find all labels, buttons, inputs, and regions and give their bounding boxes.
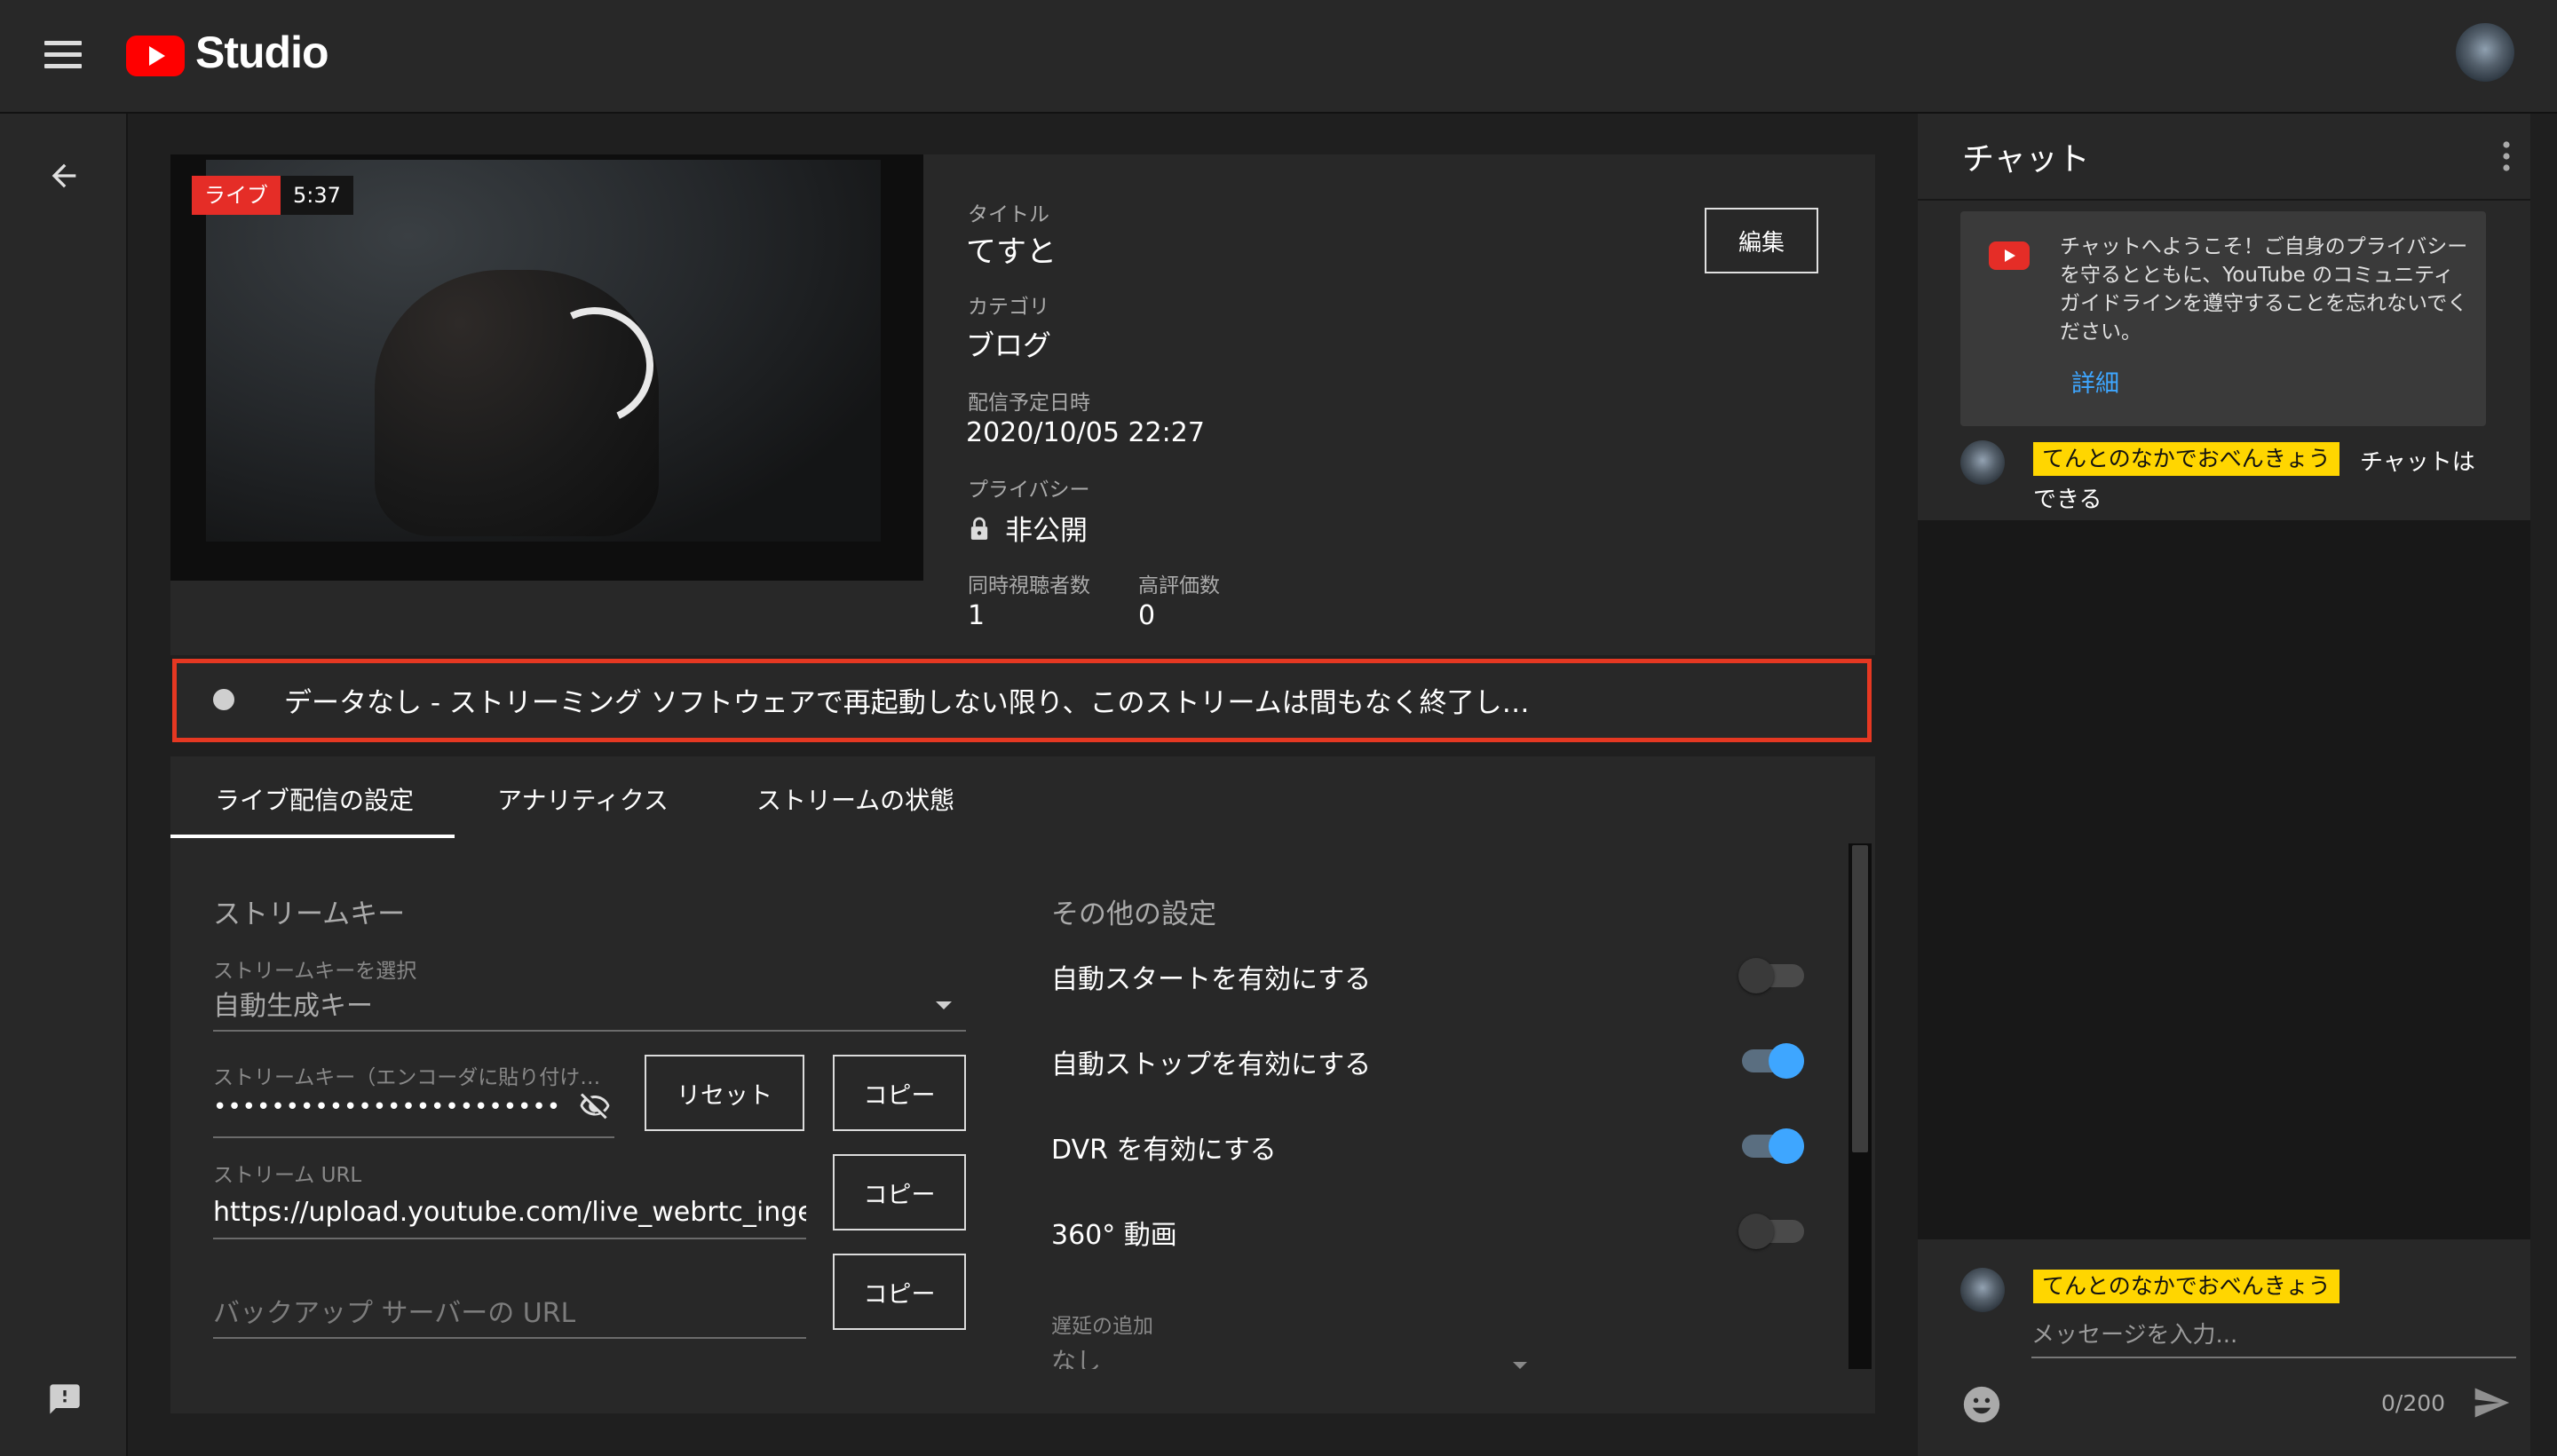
youtube-logo-icon: [1989, 241, 2030, 270]
left-nav: [0, 114, 128, 1456]
studio-logo-text[interactable]: Studio: [195, 27, 329, 78]
copy-stream-key-button[interactable]: コピー: [833, 1055, 966, 1131]
chat-message-text-continued: できる: [2033, 487, 2102, 513]
chat-input-underline: [2031, 1357, 2516, 1358]
category-label: カテゴリ: [968, 296, 1049, 319]
lock-icon: [970, 517, 988, 540]
privacy-label: プライバシー: [968, 479, 1090, 502]
viewers-label: 同時視聴者数: [968, 574, 1090, 597]
details-link[interactable]: 詳細: [2071, 364, 2119, 399]
title-label: タイトル: [968, 203, 1049, 226]
viewers-value: 1: [968, 600, 986, 631]
settings-tabs: [170, 756, 1875, 840]
other-settings-section-title: その他の設定: [1051, 898, 1216, 930]
reset-button[interactable]: リセット: [645, 1055, 804, 1131]
menu-icon[interactable]: [44, 41, 82, 69]
send-icon[interactable]: [2470, 1383, 2513, 1422]
video-preview[interactable]: [170, 154, 923, 581]
more-vert-icon[interactable]: [2502, 140, 2511, 172]
backup-url-input[interactable]: バックアップ サーバーの URL: [213, 1291, 575, 1330]
stream-url-value[interactable]: https://upload.youtube.com/live_webrtc_i…: [213, 1197, 806, 1228]
live-badge: ライブ 5:37: [192, 176, 353, 215]
auto-stop-label: 自動ストップを有効にする: [1051, 1049, 1372, 1080]
schedule-label: 配信予定日時: [968, 392, 1090, 415]
copy-backup-url-button[interactable]: コピー: [833, 1254, 966, 1330]
title-value: てすと: [966, 234, 1057, 270]
latency-value[interactable]: なし: [1051, 1342, 1548, 1369]
live-label: ライブ: [192, 176, 281, 215]
likes-label: 高評価数: [1138, 574, 1220, 597]
active-tab-indicator: [170, 835, 455, 838]
chat-title: チャット: [1962, 141, 2090, 178]
emoji-icon[interactable]: [1962, 1385, 2001, 1424]
likes-value: 0: [1138, 600, 1156, 631]
auto-stop-toggle[interactable]: [1769, 1043, 1804, 1079]
top-app-bar: [0, 0, 2557, 114]
auto-start-label: 自動スタートを有効にする: [1051, 964, 1372, 995]
chat-message-author[interactable]: てんとのなかでおべんきょう: [2033, 442, 2339, 476]
chat-welcome-text: チャットへようこそ！ご自身のプライバシーを守るとともに、YouTube のコミュ…: [2060, 235, 2468, 344]
arrow-back-icon[interactable]: [46, 158, 82, 194]
stream-key-label: ストリームキー（エンコーダに貼り付け…: [213, 1066, 601, 1089]
chat-message-text: チャットは: [2360, 449, 2475, 476]
latency-select-clip: なし: [1051, 1342, 1548, 1369]
youtube-logo-icon[interactable]: [126, 36, 185, 76]
scrollbar-thumb[interactable]: [1852, 845, 1868, 1152]
stream-url-label: ストリーム URL: [213, 1164, 362, 1187]
privacy-value: 非公開: [1005, 515, 1088, 547]
chevron-down-icon[interactable]: [1511, 1362, 1529, 1369]
dvr-label: DVR を有効にする: [1051, 1135, 1277, 1166]
char-count: 0/200: [2381, 1390, 2446, 1416]
stream-status-text: データなし - ストリーミング ソフトウェアで再起動しない限り、このストリームは…: [284, 687, 1530, 719]
avatar[interactable]: [1960, 440, 2005, 485]
edit-button[interactable]: 編集: [1705, 208, 1818, 273]
copy-stream-url-button[interactable]: コピー: [833, 1154, 966, 1230]
schedule-value: 2020/10/05 22:27: [966, 417, 1205, 448]
visibility-off-icon[interactable]: [577, 1090, 613, 1122]
stream-key-section-title: ストリームキー: [213, 898, 406, 930]
stream-key-value[interactable]: ••••••••••••••••••••••••: [213, 1094, 568, 1120]
stream-url-underline: [213, 1238, 806, 1239]
stream-key-select-value[interactable]: 自動生成キー: [213, 984, 373, 1023]
360-video-toggle[interactable]: [1738, 1214, 1774, 1249]
avatar: [1960, 1268, 2005, 1312]
stream-key-select-label: ストリームキーを選択: [213, 960, 417, 983]
account-avatar[interactable]: [2456, 23, 2514, 82]
stream-key-underline: [213, 1136, 614, 1138]
select-underline: [213, 1030, 966, 1032]
feedback-icon[interactable]: [46, 1381, 83, 1417]
latency-label: 遅延の追加: [1051, 1315, 1153, 1338]
360-video-label: 360° 動画: [1051, 1220, 1177, 1251]
backup-url-underline: [213, 1337, 806, 1339]
chevron-down-icon[interactable]: [934, 1000, 954, 1012]
dvr-toggle[interactable]: [1769, 1128, 1804, 1164]
current-user-name: てんとのなかでおべんきょう: [2033, 1270, 2339, 1303]
status-dot-icon: [213, 689, 234, 710]
chat-message-input[interactable]: [2031, 1319, 2511, 1351]
auto-start-toggle[interactable]: [1738, 958, 1774, 993]
tab-stream-health[interactable]: ストリームの状態: [756, 781, 954, 817]
live-time: 5:37: [281, 176, 353, 215]
tab-live-settings[interactable]: ライブ配信の設定: [215, 781, 414, 817]
tab-analytics[interactable]: アナリティクス: [497, 781, 669, 817]
category-value: ブログ: [966, 328, 1052, 362]
